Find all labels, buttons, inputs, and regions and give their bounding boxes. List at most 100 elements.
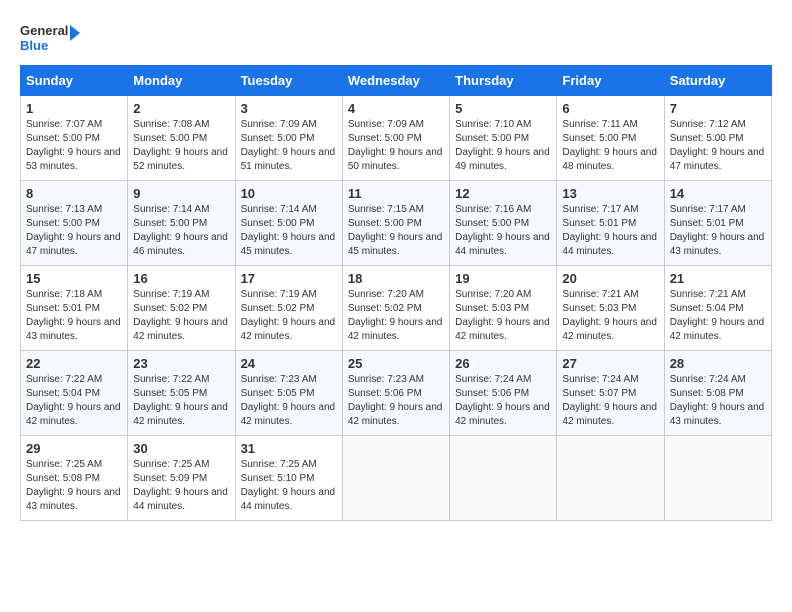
col-header-thursday: Thursday: [450, 66, 557, 96]
day-info: Sunrise: 7:20 AM Sunset: 5:02 PM Dayligh…: [348, 288, 444, 344]
calendar-week-5: 29 Sunrise: 7:25 AM Sunset: 5:08 PM Dayl…: [21, 436, 772, 521]
calendar-cell: 11 Sunrise: 7:15 AM Sunset: 5:00 PM Dayl…: [342, 181, 449, 266]
header: General Blue: [20, 20, 772, 55]
day-number: 15: [26, 271, 122, 286]
calendar-cell: [557, 436, 664, 521]
day-number: 13: [562, 186, 658, 201]
calendar-table: SundayMondayTuesdayWednesdayThursdayFrid…: [20, 65, 772, 521]
col-header-saturday: Saturday: [664, 66, 771, 96]
day-number: 10: [241, 186, 337, 201]
day-info: Sunrise: 7:15 AM Sunset: 5:00 PM Dayligh…: [348, 203, 444, 259]
calendar-cell: 26 Sunrise: 7:24 AM Sunset: 5:06 PM Dayl…: [450, 351, 557, 436]
calendar-week-2: 8 Sunrise: 7:13 AM Sunset: 5:00 PM Dayli…: [21, 181, 772, 266]
svg-text:Blue: Blue: [20, 38, 48, 53]
day-info: Sunrise: 7:17 AM Sunset: 5:01 PM Dayligh…: [562, 203, 658, 259]
day-number: 4: [348, 101, 444, 116]
day-info: Sunrise: 7:19 AM Sunset: 5:02 PM Dayligh…: [133, 288, 229, 344]
calendar-cell: 25 Sunrise: 7:23 AM Sunset: 5:06 PM Dayl…: [342, 351, 449, 436]
day-info: Sunrise: 7:16 AM Sunset: 5:00 PM Dayligh…: [455, 203, 551, 259]
calendar-cell: 23 Sunrise: 7:22 AM Sunset: 5:05 PM Dayl…: [128, 351, 235, 436]
day-number: 31: [241, 441, 337, 456]
col-header-tuesday: Tuesday: [235, 66, 342, 96]
calendar-cell: 20 Sunrise: 7:21 AM Sunset: 5:03 PM Dayl…: [557, 266, 664, 351]
day-number: 30: [133, 441, 229, 456]
calendar-cell: 2 Sunrise: 7:08 AM Sunset: 5:00 PM Dayli…: [128, 96, 235, 181]
day-number: 27: [562, 356, 658, 371]
calendar-cell: 31 Sunrise: 7:25 AM Sunset: 5:10 PM Dayl…: [235, 436, 342, 521]
day-number: 29: [26, 441, 122, 456]
col-header-sunday: Sunday: [21, 66, 128, 96]
day-number: 12: [455, 186, 551, 201]
calendar-cell: 14 Sunrise: 7:17 AM Sunset: 5:01 PM Dayl…: [664, 181, 771, 266]
day-info: Sunrise: 7:19 AM Sunset: 5:02 PM Dayligh…: [241, 288, 337, 344]
day-info: Sunrise: 7:08 AM Sunset: 5:00 PM Dayligh…: [133, 118, 229, 174]
logo: General Blue: [20, 20, 80, 55]
calendar-cell: 28 Sunrise: 7:24 AM Sunset: 5:08 PM Dayl…: [664, 351, 771, 436]
day-info: Sunrise: 7:18 AM Sunset: 5:01 PM Dayligh…: [26, 288, 122, 344]
calendar-cell: [342, 436, 449, 521]
calendar-cell: 8 Sunrise: 7:13 AM Sunset: 5:00 PM Dayli…: [21, 181, 128, 266]
calendar-cell: 4 Sunrise: 7:09 AM Sunset: 5:00 PM Dayli…: [342, 96, 449, 181]
day-number: 14: [670, 186, 766, 201]
day-number: 3: [241, 101, 337, 116]
calendar-cell: 21 Sunrise: 7:21 AM Sunset: 5:04 PM Dayl…: [664, 266, 771, 351]
calendar-cell: 12 Sunrise: 7:16 AM Sunset: 5:00 PM Dayl…: [450, 181, 557, 266]
logo-svg: General Blue: [20, 20, 80, 55]
day-info: Sunrise: 7:22 AM Sunset: 5:05 PM Dayligh…: [133, 373, 229, 429]
day-number: 21: [670, 271, 766, 286]
day-number: 7: [670, 101, 766, 116]
day-number: 18: [348, 271, 444, 286]
calendar-week-1: 1 Sunrise: 7:07 AM Sunset: 5:00 PM Dayli…: [21, 96, 772, 181]
calendar-cell: [664, 436, 771, 521]
calendar-cell: 16 Sunrise: 7:19 AM Sunset: 5:02 PM Dayl…: [128, 266, 235, 351]
calendar-cell: 27 Sunrise: 7:24 AM Sunset: 5:07 PM Dayl…: [557, 351, 664, 436]
calendar-cell: 18 Sunrise: 7:20 AM Sunset: 5:02 PM Dayl…: [342, 266, 449, 351]
day-info: Sunrise: 7:21 AM Sunset: 5:04 PM Dayligh…: [670, 288, 766, 344]
day-info: Sunrise: 7:21 AM Sunset: 5:03 PM Dayligh…: [562, 288, 658, 344]
col-header-wednesday: Wednesday: [342, 66, 449, 96]
calendar-week-3: 15 Sunrise: 7:18 AM Sunset: 5:01 PM Dayl…: [21, 266, 772, 351]
day-info: Sunrise: 7:09 AM Sunset: 5:00 PM Dayligh…: [348, 118, 444, 174]
calendar-cell: 1 Sunrise: 7:07 AM Sunset: 5:00 PM Dayli…: [21, 96, 128, 181]
day-info: Sunrise: 7:13 AM Sunset: 5:00 PM Dayligh…: [26, 203, 122, 259]
day-info: Sunrise: 7:24 AM Sunset: 5:08 PM Dayligh…: [670, 373, 766, 429]
day-info: Sunrise: 7:24 AM Sunset: 5:07 PM Dayligh…: [562, 373, 658, 429]
svg-text:General: General: [20, 23, 68, 38]
day-number: 28: [670, 356, 766, 371]
day-number: 16: [133, 271, 229, 286]
calendar-cell: 10 Sunrise: 7:14 AM Sunset: 5:00 PM Dayl…: [235, 181, 342, 266]
calendar-cell: 30 Sunrise: 7:25 AM Sunset: 5:09 PM Dayl…: [128, 436, 235, 521]
day-number: 17: [241, 271, 337, 286]
day-number: 25: [348, 356, 444, 371]
day-info: Sunrise: 7:24 AM Sunset: 5:06 PM Dayligh…: [455, 373, 551, 429]
day-number: 6: [562, 101, 658, 116]
calendar-cell: 17 Sunrise: 7:19 AM Sunset: 5:02 PM Dayl…: [235, 266, 342, 351]
calendar-week-4: 22 Sunrise: 7:22 AM Sunset: 5:04 PM Dayl…: [21, 351, 772, 436]
day-number: 23: [133, 356, 229, 371]
calendar-cell: 19 Sunrise: 7:20 AM Sunset: 5:03 PM Dayl…: [450, 266, 557, 351]
day-number: 8: [26, 186, 122, 201]
day-number: 22: [26, 356, 122, 371]
day-info: Sunrise: 7:10 AM Sunset: 5:00 PM Dayligh…: [455, 118, 551, 174]
day-info: Sunrise: 7:12 AM Sunset: 5:00 PM Dayligh…: [670, 118, 766, 174]
calendar-cell: 29 Sunrise: 7:25 AM Sunset: 5:08 PM Dayl…: [21, 436, 128, 521]
day-info: Sunrise: 7:25 AM Sunset: 5:10 PM Dayligh…: [241, 458, 337, 514]
calendar-cell: 7 Sunrise: 7:12 AM Sunset: 5:00 PM Dayli…: [664, 96, 771, 181]
calendar-cell: 6 Sunrise: 7:11 AM Sunset: 5:00 PM Dayli…: [557, 96, 664, 181]
day-info: Sunrise: 7:23 AM Sunset: 5:05 PM Dayligh…: [241, 373, 337, 429]
col-header-monday: Monday: [128, 66, 235, 96]
calendar-cell: 9 Sunrise: 7:14 AM Sunset: 5:00 PM Dayli…: [128, 181, 235, 266]
day-number: 9: [133, 186, 229, 201]
day-number: 5: [455, 101, 551, 116]
day-info: Sunrise: 7:14 AM Sunset: 5:00 PM Dayligh…: [133, 203, 229, 259]
day-number: 1: [26, 101, 122, 116]
day-number: 19: [455, 271, 551, 286]
calendar-cell: 24 Sunrise: 7:23 AM Sunset: 5:05 PM Dayl…: [235, 351, 342, 436]
day-number: 24: [241, 356, 337, 371]
day-info: Sunrise: 7:11 AM Sunset: 5:00 PM Dayligh…: [562, 118, 658, 174]
col-header-friday: Friday: [557, 66, 664, 96]
day-number: 2: [133, 101, 229, 116]
calendar-cell: 5 Sunrise: 7:10 AM Sunset: 5:00 PM Dayli…: [450, 96, 557, 181]
day-info: Sunrise: 7:22 AM Sunset: 5:04 PM Dayligh…: [26, 373, 122, 429]
day-info: Sunrise: 7:17 AM Sunset: 5:01 PM Dayligh…: [670, 203, 766, 259]
